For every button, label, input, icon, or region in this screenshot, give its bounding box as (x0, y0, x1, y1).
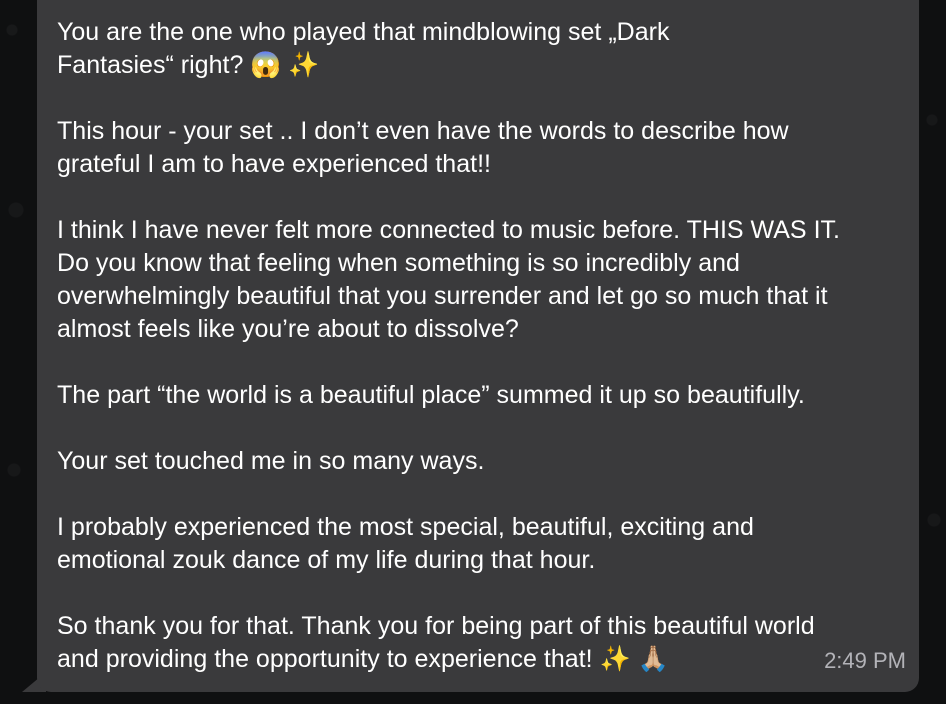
message-bubble[interactable]: You are the one who played that mindblow… (37, 0, 919, 692)
message-text: You are the one who played that mindblow… (57, 18, 840, 673)
message-timestamp: 2:49 PM (824, 648, 906, 673)
